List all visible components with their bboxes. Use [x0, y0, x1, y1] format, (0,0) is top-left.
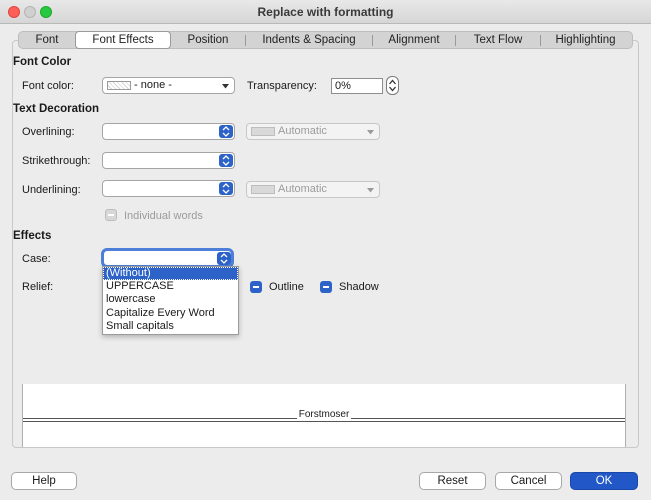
transparency-label: Transparency: — [247, 80, 317, 92]
ok-button[interactable]: OK — [570, 472, 638, 490]
title-bar: Replace with formatting — [0, 0, 651, 24]
individual-words-label: Individual words — [124, 210, 203, 222]
individual-words-checkbox[interactable] — [105, 209, 117, 221]
effects-heading: Effects — [13, 230, 52, 242]
outline-label: Outline — [269, 281, 304, 293]
underlining-color-dropdown[interactable]: Automatic — [246, 181, 380, 198]
font-color-dropdown[interactable]: - none - — [102, 77, 235, 94]
shadow-label: Shadow — [339, 281, 379, 293]
transparency-stepper[interactable] — [386, 76, 399, 95]
select-arrows-icon — [219, 182, 233, 195]
preview-area: Forstmoser — [22, 384, 626, 447]
preview-divider — [23, 421, 625, 422]
tab-bar: Font Font Effects Position Indents & Spa… — [18, 31, 633, 49]
window-title: Replace with formatting — [257, 5, 394, 19]
case-option-small-capitals[interactable]: Small capitals — [103, 320, 238, 333]
overlining-color-value: Automatic — [278, 125, 327, 137]
tab-position[interactable]: Position — [171, 32, 245, 48]
outline-checkbox[interactable] — [250, 281, 262, 293]
overlining-label: Overlining: — [22, 126, 75, 138]
shadow-checkbox[interactable] — [320, 281, 332, 293]
case-option-lowercase[interactable]: lowercase — [103, 293, 238, 306]
underlining-select[interactable] — [102, 180, 235, 197]
overlining-select[interactable] — [102, 123, 235, 140]
case-option-uppercase[interactable]: UPPERCASE — [103, 280, 238, 293]
tab-font[interactable]: Font — [19, 32, 75, 48]
select-arrows-icon — [219, 125, 233, 138]
transparency-input[interactable]: 0% — [331, 78, 383, 94]
chevron-down-icon — [222, 84, 229, 89]
stepper-arrows-icon — [389, 79, 396, 92]
reset-button[interactable]: Reset — [419, 472, 486, 490]
strikethrough-label: Strikethrough: — [22, 155, 91, 167]
help-button[interactable]: Help — [11, 472, 77, 490]
tab-alignment[interactable]: Alignment — [373, 32, 455, 48]
cancel-button[interactable]: Cancel — [495, 472, 562, 490]
case-option-without[interactable]: (Without) — [103, 267, 238, 281]
tab-text-flow[interactable]: Text Flow — [456, 32, 540, 48]
color-swatch — [251, 185, 275, 194]
font-color-label: Font color: — [22, 80, 74, 92]
underlining-label: Underlining: — [22, 184, 81, 196]
strikethrough-select[interactable] — [102, 152, 235, 169]
font-color-heading: Font Color — [13, 56, 72, 68]
chevron-down-icon — [367, 188, 374, 193]
preview-text: Forstmoser — [296, 409, 352, 420]
case-select-focus-ring — [101, 248, 234, 268]
font-color-value: - none - — [134, 79, 172, 91]
case-option-capitalize[interactable]: Capitalize Every Word — [103, 307, 238, 320]
select-arrows-icon — [219, 154, 233, 167]
text-decoration-heading: Text Decoration — [13, 103, 100, 115]
overlining-color-dropdown[interactable]: Automatic — [246, 123, 380, 140]
color-swatch — [107, 81, 131, 90]
tab-highlighting[interactable]: Highlighting — [541, 32, 630, 48]
chevron-down-icon — [367, 130, 374, 135]
relief-label: Relief: — [22, 281, 54, 293]
tab-font-effects[interactable]: Font Effects — [75, 31, 171, 49]
underlining-color-value: Automatic — [278, 183, 327, 195]
color-swatch — [251, 127, 275, 136]
case-dropdown-list: (Without) UPPERCASE lowercase Capitalize… — [102, 266, 239, 335]
case-label: Case: — [22, 253, 51, 265]
preview-text-row: Forstmoser — [23, 409, 625, 420]
tab-indents-spacing[interactable]: Indents & Spacing — [246, 32, 372, 48]
